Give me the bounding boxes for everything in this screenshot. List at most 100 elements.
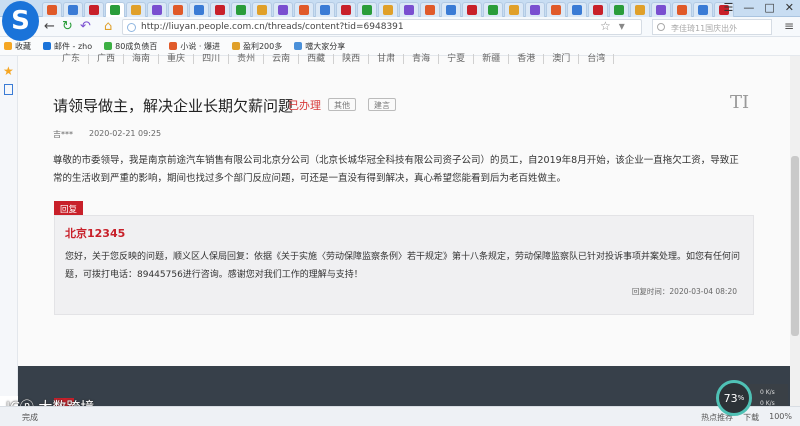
status-item[interactable]: 100%: [769, 412, 792, 423]
browser-tab[interactable]: [126, 2, 146, 17]
browser-logo-icon[interactable]: S: [2, 1, 39, 41]
region-link[interactable]: 青海: [404, 54, 440, 64]
undo-icon[interactable]: ↶: [80, 19, 91, 34]
browser-tab[interactable]: [336, 2, 356, 17]
browser-tab[interactable]: [84, 2, 104, 17]
browser-tab[interactable]: [609, 2, 629, 17]
tab-favicon-icon: [215, 5, 225, 15]
bookmark-item[interactable]: 噹大家分享: [294, 41, 345, 52]
browser-tab[interactable]: [399, 2, 419, 17]
region-link[interactable]: 新疆: [474, 54, 510, 64]
bookmark-label: 噹大家分享: [305, 41, 346, 51]
browser-tab[interactable]: [693, 2, 713, 17]
bookmark-label: 盈利200多: [242, 41, 283, 51]
region-link[interactable]: 广东: [62, 54, 90, 64]
browser-tab[interactable]: [231, 2, 251, 17]
region-link[interactable]: 甘肃: [369, 54, 405, 64]
home-icon[interactable]: ⌂: [104, 19, 112, 34]
browser-tab[interactable]: [483, 2, 503, 17]
tab-favicon-icon: [698, 5, 708, 15]
browser-tab[interactable]: [357, 2, 377, 17]
status-item[interactable]: 下载: [743, 412, 759, 423]
region-link[interactable]: 宁夏: [439, 54, 475, 64]
region-link[interactable]: 四川: [194, 54, 230, 64]
region-link[interactable]: 澳门: [544, 54, 580, 64]
tab-favicon-icon: [110, 5, 120, 15]
browser-tab[interactable]: [567, 2, 587, 17]
browser-tab[interactable]: [441, 2, 461, 17]
back-icon[interactable]: ←: [44, 19, 55, 34]
menu-icon[interactable]: ≡: [784, 19, 794, 33]
tab-favicon-icon: [383, 5, 393, 15]
browser-tab[interactable]: [315, 2, 335, 17]
bookmark-item[interactable]: 邮件 - zho: [43, 41, 92, 52]
browser-tab[interactable]: [147, 2, 167, 17]
region-link[interactable]: 西藏: [299, 54, 335, 64]
scroll-thumb[interactable]: [791, 156, 799, 336]
browser-tab[interactable]: [168, 2, 188, 17]
maximize-icon[interactable]: □: [764, 1, 774, 14]
browser-tab[interactable]: [378, 2, 398, 17]
browser-tab[interactable]: [63, 2, 83, 17]
browser-tab[interactable]: [273, 2, 293, 17]
minimize-icon[interactable]: —: [743, 1, 754, 14]
region-link[interactable]: 陕西: [334, 54, 370, 64]
browser-tab[interactable]: [525, 2, 545, 17]
browser-tab[interactable]: [294, 2, 314, 17]
dropdown-icon[interactable]: ▾: [619, 19, 625, 33]
url-tools: ☆ ▾: [600, 19, 625, 33]
tab-favicon-icon: [551, 5, 561, 15]
region-link[interactable]: 海南: [124, 54, 160, 64]
browser-tab[interactable]: [42, 2, 62, 17]
address-bar[interactable]: http://liuyan.people.com.cn/threads/cont…: [122, 19, 642, 35]
region-link[interactable]: 重庆: [159, 54, 195, 64]
tab-favicon-icon: [257, 5, 267, 15]
posted-time: 2020-02-21 09:25: [89, 129, 162, 138]
bookmark-item[interactable]: 80成负债百: [104, 41, 157, 52]
region-link[interactable]: 香港: [509, 54, 545, 64]
bookmark-item[interactable]: 小说 · 爆进: [169, 41, 220, 52]
bookmark-item[interactable]: 收藏: [4, 41, 31, 52]
browser-tab[interactable]: [420, 2, 440, 17]
scrollbar[interactable]: [790, 56, 800, 406]
tag-suggestion[interactable]: 建言: [368, 98, 396, 111]
region-link[interactable]: 广西: [89, 54, 125, 64]
browser-tab[interactable]: [588, 2, 608, 17]
bookmark-item[interactable]: 盈利200多: [231, 41, 283, 52]
browser-tab[interactable]: [462, 2, 482, 17]
search-input[interactable]: 李佳琦11国庆出外: [652, 19, 772, 35]
browser-tab[interactable]: [252, 2, 272, 17]
browser-tab[interactable]: [105, 2, 125, 17]
refresh-icon[interactable]: ↻: [62, 19, 73, 34]
region-link[interactable]: 贵州: [229, 54, 265, 64]
browser-tab[interactable]: [630, 2, 650, 17]
speed-widget[interactable]: 73%: [716, 380, 752, 416]
status-bar: 完成 热点推荐 下载 100%: [0, 406, 800, 426]
bookmark-label: 80成负债百: [115, 41, 158, 51]
tab-favicon-icon: [572, 5, 582, 15]
browser-tab[interactable]: [546, 2, 566, 17]
browser-tab[interactable]: [672, 2, 692, 17]
browser-tab[interactable]: [504, 2, 524, 17]
bookmark-favicon-icon: [104, 42, 113, 50]
region-link[interactable]: 台湾: [579, 54, 615, 64]
font-size-icon[interactable]: TI: [730, 92, 749, 113]
author: 吉***: [53, 130, 73, 139]
menu-icon[interactable]: ☰: [724, 1, 734, 14]
favorites-star-icon[interactable]: ★: [3, 64, 14, 78]
reply-badge: 回复: [54, 201, 84, 215]
reply-org: 北京12345: [65, 227, 126, 240]
bookmark-favicon-icon: [294, 42, 303, 50]
tag-other[interactable]: 其他: [328, 98, 356, 111]
close-icon[interactable]: ✕: [785, 1, 794, 14]
tab-favicon-icon: [131, 5, 141, 15]
region-link[interactable]: 云南: [264, 54, 300, 64]
star-bookmark-icon[interactable]: ☆: [600, 19, 611, 33]
notes-icon[interactable]: [4, 84, 13, 95]
browser-tab[interactable]: [189, 2, 209, 17]
browser-tab[interactable]: [651, 2, 671, 17]
tab-favicon-icon: [593, 5, 603, 15]
speed-unit: %: [737, 394, 745, 402]
browser-tab[interactable]: [210, 2, 230, 17]
tab-favicon-icon: [68, 5, 78, 15]
